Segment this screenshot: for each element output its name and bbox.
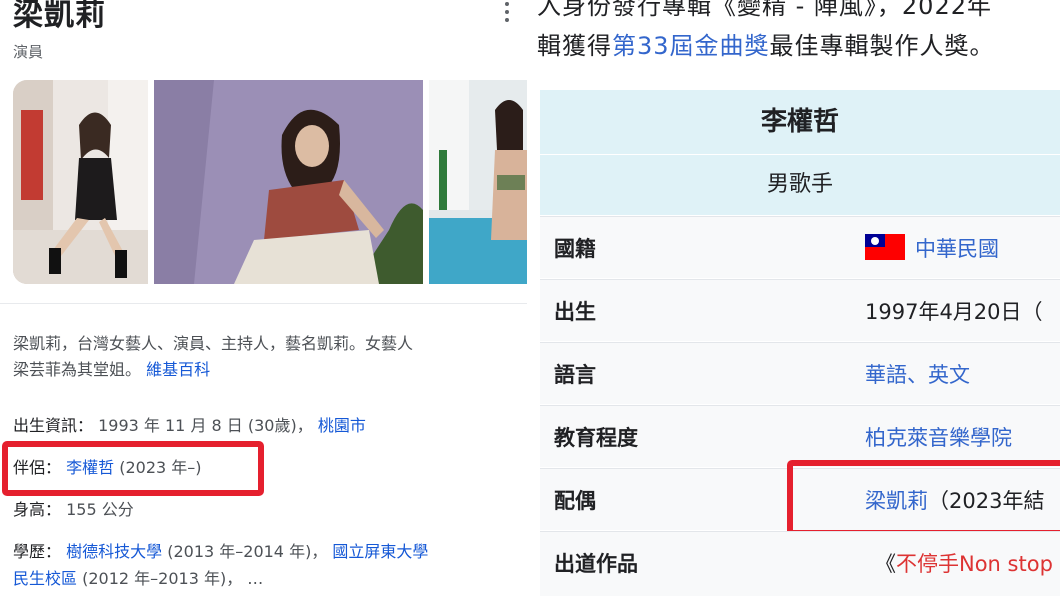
article-text-segment: 最佳專輯製作人獎。 xyxy=(769,32,995,60)
birth-value: 1993 年 11 月 8 日 (30歲)， xyxy=(98,416,313,435)
school-link[interactable]: 樹德科技大學 xyxy=(66,542,162,561)
infobox-label: 國籍 xyxy=(554,237,596,261)
infobox-label: 教育程度 xyxy=(554,426,638,450)
infobox-label: 配偶 xyxy=(554,489,596,513)
golden-melody-award-link[interactable]: 第33屆金曲獎 xyxy=(612,32,770,60)
knowledge-panel: 梁凱莉 演員 梁凱莉，台灣女藝人、演員、主持人，藝名凱莉。女藝人 梁芸菲為其堂姐… xyxy=(0,0,527,596)
infobox-name: 李權哲 xyxy=(540,90,1060,154)
entity-description: 梁凱莉，台灣女藝人、演員、主持人，藝名凱莉。女藝人 梁芸菲為其堂姐。 維基百科 xyxy=(13,331,518,383)
article-text-segment: 輯獲得 xyxy=(537,32,612,60)
infobox-row-birth: 出生 1997年4月20日（ xyxy=(540,279,1060,341)
divider xyxy=(0,303,527,304)
infobox-label: 出道作品 xyxy=(554,552,638,576)
school-link[interactable]: 國立屏東大學 xyxy=(332,542,428,561)
height-value: 155 公分 xyxy=(66,500,134,519)
infobox-row-nationality: 國籍 中華民國 xyxy=(540,216,1060,278)
nationality-link[interactable]: 中華民國 xyxy=(915,237,999,261)
entity-photo[interactable] xyxy=(13,80,148,284)
taiwan-flag-icon xyxy=(865,234,905,260)
description-text: 梁凱莉，台灣女藝人、演員、主持人，藝名凱莉。女藝人 xyxy=(13,334,414,353)
school-link[interactable]: 柏克萊音樂學院 xyxy=(865,422,1012,452)
entity-title: 梁凱莉 xyxy=(13,0,106,33)
infobox-value: 《不停手Non stop xyxy=(875,548,1053,578)
entity-subtitle: 演員 xyxy=(13,43,44,61)
height-row: 身高： 155 公分 xyxy=(13,497,134,523)
wikipedia-link[interactable]: 維基百科 xyxy=(146,360,210,379)
education-row-cont: 民生校區 (2012 年–2013 年)， … xyxy=(13,566,263,592)
infobox-label: 語言 xyxy=(554,363,596,387)
school-years: (2012 年–2013 年)， … xyxy=(82,569,264,588)
infobox-value[interactable]: 中華民國 xyxy=(865,233,999,263)
infobox-value: 1997年4月20日（ xyxy=(865,300,1043,324)
entity-photo[interactable] xyxy=(429,80,527,284)
description-text: 梁芸菲為其堂姐。 xyxy=(13,360,142,379)
birth-info-row: 出生資訊： 1993 年 11 月 8 日 (30歲)， 桃園市 xyxy=(13,413,366,439)
language-link[interactable]: 華語、英文 xyxy=(865,359,970,389)
education-row: 學歷： 樹德科技大學 (2013 年–2014 年)， 國立屏東大學 xyxy=(13,539,428,565)
entity-photo[interactable] xyxy=(154,80,423,284)
infobox-role: 男歌手 xyxy=(540,155,1060,215)
infobox-label: 出生 xyxy=(554,300,596,324)
birthplace-link[interactable]: 桃園市 xyxy=(318,416,366,435)
highlight-box xyxy=(787,460,1060,536)
infobox-row-debut: 出道作品 《不停手Non stop xyxy=(540,531,1060,596)
infobox-row-education: 教育程度 柏克萊音樂學院 xyxy=(540,405,1060,467)
birth-label: 出生資訊： xyxy=(13,416,94,435)
education-label: 學歷： xyxy=(13,542,62,561)
school-years: (2013 年–2014 年)， xyxy=(167,542,328,561)
article-text: 輯獲得第33屆金曲獎最佳專輯製作人獎。 xyxy=(537,26,995,61)
debut-work-link[interactable]: 不停手Non stop xyxy=(896,552,1053,576)
highlight-box xyxy=(2,441,264,496)
height-label: 身高： xyxy=(13,500,62,519)
more-options-icon[interactable] xyxy=(500,0,514,26)
infobox-row-language: 語言 華語、英文 xyxy=(540,342,1060,404)
wiki-article: 入身份發行專輯《變精 - 陣風》，2022年 輯獲得第33屆金曲獎最佳專輯製作人… xyxy=(527,0,1060,596)
article-text: 入身份發行專輯《變精 - 陣風》，2022年 xyxy=(537,0,992,20)
school-link[interactable]: 民生校區 xyxy=(13,569,77,588)
debut-bracket: 《 xyxy=(875,552,896,576)
